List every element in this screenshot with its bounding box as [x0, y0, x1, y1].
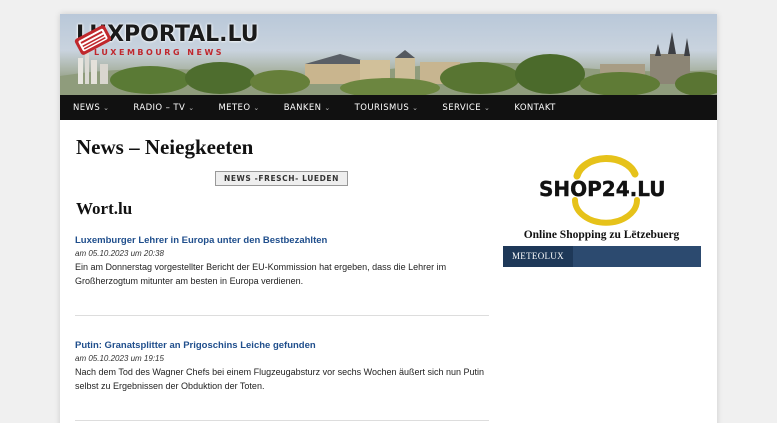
nav-item-radio-tv[interactable]: RADIO – TV ⌄ [133, 95, 194, 120]
site-logo[interactable]: LUXPORTAL.LU LUXEMBOURG NEWS [72, 23, 259, 57]
nav-item-label: RADIO – TV [133, 102, 186, 113]
shop-caption: Online Shopping zu Lëtzebuerg [523, 229, 680, 241]
page-title: News – Neiegkeeten [76, 135, 254, 159]
divider [75, 420, 489, 421]
logo-subtitle: LUXEMBOURG NEWS [94, 48, 225, 57]
article-date: am 05.10.2023 um 19:15 [75, 354, 164, 363]
shop-logo-text: SHOP24.LU [539, 177, 666, 201]
nav-item-label: BANKEN [283, 102, 322, 113]
nav-item-news[interactable]: NEWS ⌄ [73, 95, 109, 120]
section-title-wort-lu: Wort.lu [76, 199, 133, 218]
article-excerpt: Ein am Donnerstag vorgestellter Bericht … [75, 262, 447, 286]
chevron-down-icon: ⌄ [103, 103, 110, 112]
nav-item-label: KONTAKT [514, 102, 556, 113]
article-title-link[interactable]: Putin: Granatsplitter an Prigoschins Lei… [75, 340, 489, 351]
chevron-down-icon: ⌄ [253, 103, 260, 112]
tab-meteolux[interactable]: METEOLUX [503, 246, 573, 267]
nav-item-label: SERVICE [442, 102, 482, 113]
nav-item-label: TOURISMUS [354, 102, 410, 113]
shop-logo-swoosh-bottom [572, 197, 640, 226]
chevron-down-icon: ⌄ [484, 103, 491, 112]
list-item: Luxemburger Lehrer in Europa unter den B… [75, 235, 489, 288]
shop24-logo[interactable]: SHOP24.LU [537, 148, 677, 228]
chevron-down-icon: ⌄ [188, 103, 195, 112]
nav-item-tourismus[interactable]: TOURISMUS ⌄ [355, 95, 419, 120]
divider [75, 315, 489, 316]
nav-item-service[interactable]: SERVICE ⌄ [442, 95, 490, 120]
site-container: LUXPORTAL.LU LUXEMBOURG NEWS NEWS ⌄ RADIO… [60, 14, 717, 423]
nav-item-kontakt[interactable]: KONTAKT [514, 95, 555, 120]
article-title-link[interactable]: Luxemburger Lehrer in Europa unter den B… [75, 235, 489, 246]
article-excerpt: Nach dem Tod des Wagner Chefs bei einem … [75, 367, 485, 391]
shop-logo-swoosh-top [573, 155, 639, 180]
list-item: Putin: Granatsplitter an Prigoschins Lei… [75, 340, 489, 393]
meteo-widget-header: METEOLUX [503, 246, 701, 267]
main-nav: NEWS ⌄ RADIO – TV ⌄ METEO ⌄ BANKEN ⌄ TOURISM… [60, 95, 717, 120]
chevron-down-icon: ⌄ [412, 103, 419, 112]
header-banner: LUXPORTAL.LU LUXEMBOURG NEWS [60, 14, 717, 95]
chevron-down-icon: ⌄ [324, 103, 331, 112]
nav-item-label: METEO [218, 102, 251, 113]
newspaper-icon [74, 25, 112, 55]
nav-item-banken[interactable]: BANKEN ⌄ [284, 95, 331, 120]
nav-item-meteo[interactable]: METEO ⌄ [218, 95, 259, 120]
article-date: am 05.10.2023 um 20:38 [75, 249, 164, 258]
nav-item-label: NEWS [73, 102, 101, 113]
news-badge: NEWS -FRESCH- LUEDEN [215, 171, 348, 186]
